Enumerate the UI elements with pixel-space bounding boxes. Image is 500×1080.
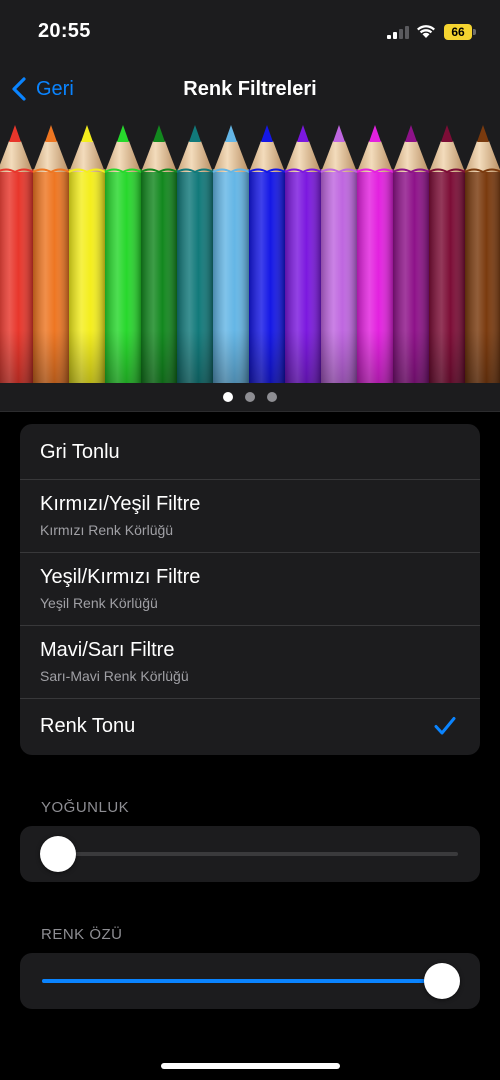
intensity-slider-track[interactable]: [42, 852, 458, 856]
filter-option-title: Mavi/Sarı Filtre: [40, 639, 175, 661]
page-dot[interactable]: [267, 392, 277, 402]
filter-option-subtitle: Yeşil Renk Körlüğü: [40, 595, 158, 611]
hue-slider-fill: [42, 979, 458, 983]
page-dot[interactable]: [245, 392, 255, 402]
filter-option-green-red[interactable]: Yeşil/Kırmızı Filtre Yeşil Renk Körlüğü: [20, 553, 480, 626]
hue-slider[interactable]: [20, 953, 480, 1009]
filter-options-list: Gri Tonlu Kırmızı/Yeşil Filtre Kırmızı R…: [20, 424, 480, 755]
navigation-bar: Geri Renk Filtreleri: [0, 62, 500, 117]
filter-option-subtitle: Kırmızı Renk Körlüğü: [40, 522, 174, 538]
filter-option-color-tint[interactable]: Renk Tonu: [20, 699, 480, 755]
filter-option-title: Yeşil/Kırmızı Filtre: [40, 566, 201, 588]
filter-option-grayscale[interactable]: Gri Tonlu: [20, 424, 480, 480]
battery-icon: 66: [444, 24, 476, 40]
page-title: Renk Filtreleri: [183, 78, 317, 100]
intensity-section-label: YOĞUNLUK: [41, 799, 130, 816]
colored-pencils-image: [0, 117, 500, 383]
filter-option-subtitle: Sarı-Mavi Renk Körlüğü: [40, 668, 189, 684]
filter-option-red-green[interactable]: Kırmızı/Yeşil Filtre Kırmızı Renk Körlüğ…: [20, 480, 480, 553]
intensity-slider-thumb[interactable]: [40, 836, 76, 872]
battery-level: 66: [444, 24, 472, 40]
checkmark-icon: [434, 717, 456, 735]
status-bar: 20:55 66: [0, 0, 500, 62]
status-time: 20:55: [38, 20, 91, 42]
home-indicator[interactable]: [161, 1063, 340, 1069]
filter-option-title: Renk Tonu: [40, 715, 136, 737]
hue-slider-thumb[interactable]: [424, 963, 460, 999]
page-indicator[interactable]: [0, 383, 500, 412]
hue-slider-track[interactable]: [42, 979, 458, 983]
page-dot[interactable]: [223, 392, 233, 402]
filter-preview[interactable]: [0, 117, 500, 383]
filter-option-title: Kırmızı/Yeşil Filtre: [40, 493, 201, 515]
cellular-signal-icon: [387, 26, 409, 39]
hue-section-label: RENK ÖZÜ: [41, 926, 123, 943]
filter-option-title: Gri Tonlu: [40, 441, 120, 463]
wifi-icon: [417, 25, 435, 38]
intensity-slider[interactable]: [20, 826, 480, 882]
filter-option-blue-yellow[interactable]: Mavi/Sarı Filtre Sarı-Mavi Renk Körlüğü: [20, 626, 480, 699]
